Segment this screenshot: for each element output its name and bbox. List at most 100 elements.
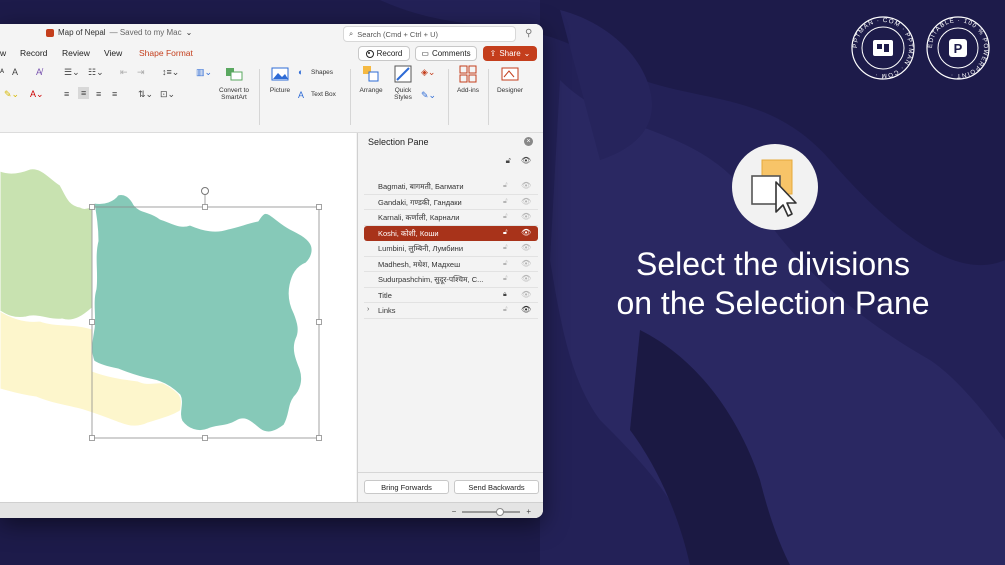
eye-icon[interactable]: 👁︎ (521, 290, 531, 299)
add-ins-button[interactable]: Add-ins (453, 65, 483, 94)
chevron-right-icon[interactable]: › (367, 306, 369, 313)
unlock-icon[interactable]: 🔓︎ (503, 306, 508, 314)
arrange-button[interactable]: Arrange (356, 65, 386, 94)
shape-fill-icon[interactable]: ◈⌄ (421, 67, 435, 77)
lock-icon[interactable]: 🔒︎ (503, 291, 507, 299)
eye-icon[interactable]: 👁︎ (521, 212, 531, 221)
list-item[interactable]: Lumbini, लुम्बिनी, Лумбини 🔓︎ 👁︎ (364, 241, 538, 257)
unlock-icon[interactable]: 🔓︎ (503, 244, 508, 252)
arrange-icon (363, 66, 379, 82)
font-color-icon[interactable]: A⌄ (30, 89, 44, 99)
quick-styles-button[interactable]: Quick Styles (388, 65, 418, 101)
item-label: Lumbini, लुम्बिनी, Лумбини (378, 244, 464, 253)
slide-canvas[interactable] (0, 133, 356, 518)
text-direction-icon[interactable]: ⇅⌄ (138, 89, 153, 99)
convert-smartart-button[interactable]: Convert to SmartArt (214, 65, 254, 101)
text-box-label[interactable]: Text Box (311, 91, 336, 98)
document-title[interactable]: Map of Nepal — Saved to my Mac ⌄ (46, 28, 192, 37)
tab-view[interactable]: View (104, 48, 122, 58)
chevron-down-icon: ⌄ (523, 49, 531, 58)
text-box-icon[interactable]: A (298, 90, 304, 100)
item-label: Bagmati, बागमती, Багмати (378, 182, 464, 191)
comments-label: Comments (431, 49, 471, 58)
eye-icon[interactable]: 👁︎ (521, 305, 531, 314)
list-item-group[interactable]: › Links 🔓︎ 👁︎ (364, 303, 538, 319)
bring-forwards-button[interactable]: Bring Forwards (364, 480, 449, 494)
shapes-icon[interactable]: ◐ (298, 67, 303, 77)
list-item[interactable]: Gandaki, गण्डकी, Гандаки 🔓︎ 👁︎ (364, 195, 538, 210)
zoom-slider[interactable] (462, 507, 521, 516)
resize-handle[interactable] (316, 319, 322, 325)
zoom-out-icon[interactable]: − (452, 507, 457, 516)
close-icon[interactable]: × (524, 137, 533, 146)
resize-handle[interactable] (89, 435, 95, 441)
list-item[interactable]: Title 🔒︎ 👁︎ (364, 288, 538, 303)
eye-icon[interactable]: 👁︎ (521, 197, 531, 206)
bullets-icon[interactable]: ☰⌄ (64, 67, 80, 77)
numbering-icon[interactable]: ☷⌄ (88, 67, 104, 77)
rotate-handle[interactable] (201, 187, 209, 195)
share-button[interactable]: ⇪ Share ⌄ (483, 46, 537, 61)
justify-icon[interactable]: ≡ (112, 89, 117, 99)
zoom-slider-knob[interactable] (496, 507, 505, 516)
resize-handle[interactable] (89, 319, 95, 325)
resize-handle[interactable] (316, 204, 322, 210)
resize-handle[interactable] (316, 435, 322, 441)
list-item[interactable]: Karnali, कर्णाली, Карнали 🔓︎ 👁︎ (364, 210, 538, 226)
list-item[interactable]: Sudurpashchim, सुदूर-पश्चिम, С... 🔓︎ 👁︎ (364, 272, 538, 288)
align-text-icon[interactable]: ⊡⌄ (160, 89, 175, 99)
picture-icon (271, 67, 289, 81)
unlock-icon[interactable]: 🔓︎ (503, 213, 508, 221)
comments-button[interactable]: ▭ Comments (415, 46, 477, 61)
eye-icon[interactable]: 👁︎ (521, 274, 531, 283)
chevron-down-icon: ⌄ (185, 28, 193, 37)
font-size-decrease-icon[interactable]: ᴬ (0, 67, 4, 77)
tab-record[interactable]: Record (20, 48, 47, 58)
unlock-icon[interactable]: 🔓︎ (503, 182, 508, 190)
list-item[interactable]: Bagmati, बागमती, Багмати 🔓︎ 👁︎ (364, 179, 538, 195)
zoom-in-icon[interactable]: + (526, 507, 531, 516)
tab-review[interactable]: Review (62, 48, 90, 58)
decrease-indent-icon[interactable]: ⇤ (120, 67, 128, 77)
eye-icon[interactable]: 👁︎ (521, 243, 531, 252)
tab-shape-format[interactable]: Shape Format (139, 48, 193, 58)
unlock-icon[interactable]: 🔓︎ (503, 198, 508, 206)
help-icon[interactable]: ⚲ (525, 28, 532, 39)
resize-handle[interactable] (202, 435, 208, 441)
list-item-selected[interactable]: Koshi, कोशी, Коши 🔓︎ 👁︎ (364, 225, 538, 241)
designer-button[interactable]: Designer (494, 65, 526, 94)
picture-button[interactable]: Picture (265, 65, 295, 94)
unlock-all-icon[interactable]: 🔓︎ (506, 156, 511, 166)
convert-smartart-label: Convert to SmartArt (219, 87, 249, 101)
send-backwards-button[interactable]: Send Backwards (454, 480, 539, 494)
search-icon: ⌕ (349, 29, 354, 38)
eye-icon[interactable]: 👁︎ (521, 259, 531, 268)
increase-indent-icon[interactable]: ⇥ (137, 67, 145, 77)
show-all-eye-icon[interactable]: 👁︎ (521, 156, 531, 166)
search-input[interactable]: ⌕ Search (Cmd + Ctrl + U) (343, 26, 516, 42)
shapes-label[interactable]: Shapes (311, 69, 333, 76)
record-label: Record (376, 49, 403, 58)
resize-handle[interactable] (89, 204, 95, 210)
highlight-icon[interactable]: ✎⌄ (4, 89, 19, 99)
columns-icon[interactable]: ▥⌄ (196, 67, 212, 77)
eye-icon[interactable]: 👁︎ (521, 181, 531, 190)
ribbon-divider (448, 69, 449, 125)
item-label: Koshi, कोशी, Коши (378, 228, 439, 238)
tab-draw[interactable]: w (0, 48, 6, 58)
list-item[interactable]: Madhesh, मधेश, Мадхеш 🔓︎ 👁︎ (364, 257, 538, 272)
eye-icon[interactable]: 👁︎ (521, 228, 531, 237)
unlock-icon[interactable]: 🔓︎ (503, 229, 508, 237)
unlock-icon[interactable]: 🔓︎ (503, 275, 508, 283)
align-center-icon[interactable]: ≡ (78, 87, 90, 99)
shape-outline-icon[interactable]: ✎⌄ (421, 90, 436, 100)
align-left-icon[interactable]: ≡ (64, 89, 69, 99)
font-size-decrease-icon[interactable]: A (12, 67, 18, 77)
unlock-icon[interactable]: 🔓︎ (503, 260, 508, 268)
document-name: Map of Nepal (58, 28, 106, 37)
resize-handle[interactable] (202, 204, 208, 210)
align-right-icon[interactable]: ≡ (96, 89, 101, 99)
record-button[interactable]: Record (358, 46, 410, 61)
line-spacing-icon[interactable]: ↕≡⌄ (162, 67, 179, 77)
clear-formatting-icon[interactable]: A̸ (36, 67, 42, 77)
